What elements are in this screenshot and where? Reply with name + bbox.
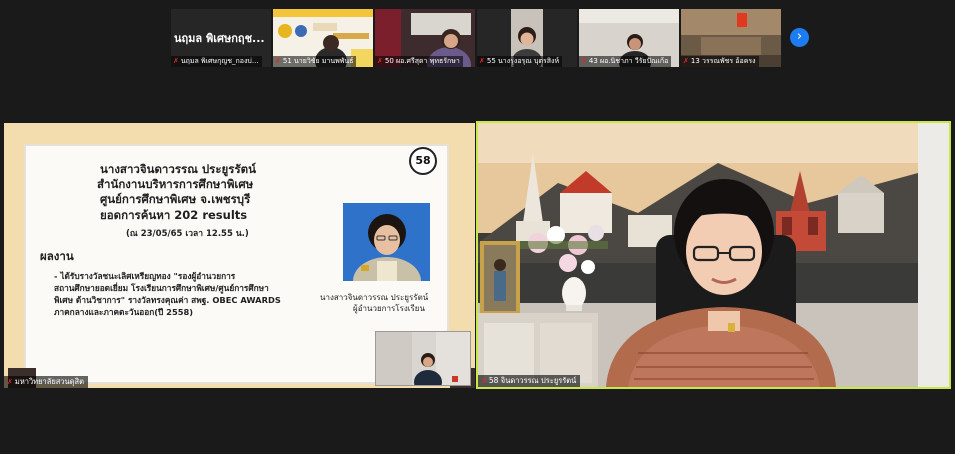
mic-muted-icon: ✗: [7, 378, 13, 386]
next-page-button[interactable]: ›: [790, 28, 809, 47]
slide-works-heading: ผลงาน: [40, 249, 74, 263]
active-speaker-tile[interactable]: [476, 121, 951, 389]
participant-thumbnail[interactable]: ✗ 51 นายวิชัย มานพพันธ์: [273, 9, 373, 67]
slide-works-line: ภาคกลางและภาคตะวันออก(ปี 2558): [54, 307, 194, 317]
slide-search-count: ยอดการค้นหา 202 results: [100, 208, 248, 222]
mic-muted-icon: ✗: [479, 57, 485, 65]
slide-as-of: (ณ 23/05/65 เวลา 12.55 น.): [126, 229, 249, 239]
participant-name-label: ✗ 43 ผอ.นิชาภา วีรัยปัณเก้อ: [579, 56, 672, 67]
participant-name-label: ✗ นฤมล พิเศษกุญช_กองบ่...: [171, 56, 262, 67]
slide-portrait-photo: [343, 203, 430, 281]
participant-name-label: ✗ 50 ผอ.ศรีสุดา พุทธรักษา: [375, 56, 463, 67]
mic-muted-icon: ✗: [275, 57, 281, 65]
speaker-video: [478, 123, 949, 387]
participant-name-label: ✗ 55 นางรุ่งอรุณ บุตรสิงห์: [477, 56, 563, 67]
participant-thumbnail-strip: นฤมล พิเศษกฤช... ✗ นฤมล พิเศษกุญช_กองบ่..…: [171, 9, 783, 67]
mic-muted-icon: ✗: [683, 57, 689, 65]
participant-thumbnail[interactable]: ✗ 43 ผอ.นิชาภา วีรัยปัณเก้อ: [579, 9, 679, 67]
slide-number-badge: 58: [409, 147, 437, 175]
presenter-pip-video: [375, 331, 471, 386]
participant-thumbnail[interactable]: ✗ 55 นางรุ่งอรุณ บุตรสิงห์: [477, 9, 577, 67]
participant-name-label: ✗ 13 วรรณพัชร อ้อครง: [681, 56, 759, 67]
chevron-right-icon: ›: [796, 29, 803, 44]
participant-thumbnail[interactable]: นฤมล พิเศษกฤช... ✗ นฤมล พิเศษกุญช_กองบ่..…: [171, 9, 271, 67]
tile-participant-label: ✗ 58 จินดาวรรณ ประยูรรัตน์: [478, 375, 581, 387]
participant-thumbnail[interactable]: ✗ 13 วรรณพัชร อ้อครง: [681, 9, 781, 67]
participant-name-label: ✗ 51 นายวิชัย มานพพันธ์: [273, 56, 357, 67]
mic-muted-icon: ✗: [173, 57, 179, 65]
participant-display-name: นฤมล พิเศษกฤช...: [174, 32, 265, 45]
mic-muted-icon: ✗: [581, 57, 587, 65]
participant-thumbnail[interactable]: ✗ 50 ผอ.ศรีสุดา พุทธรักษา: [375, 9, 475, 67]
mic-muted-icon: ✗: [377, 57, 383, 65]
mic-muted-icon: ✗: [481, 377, 487, 385]
tile-participant-label: ✗ มหาวิทยาลัยสวนดุสิต: [4, 376, 88, 388]
slide-portrait-caption-role: ผู้อำนวยการโรงเรียน: [353, 304, 425, 313]
